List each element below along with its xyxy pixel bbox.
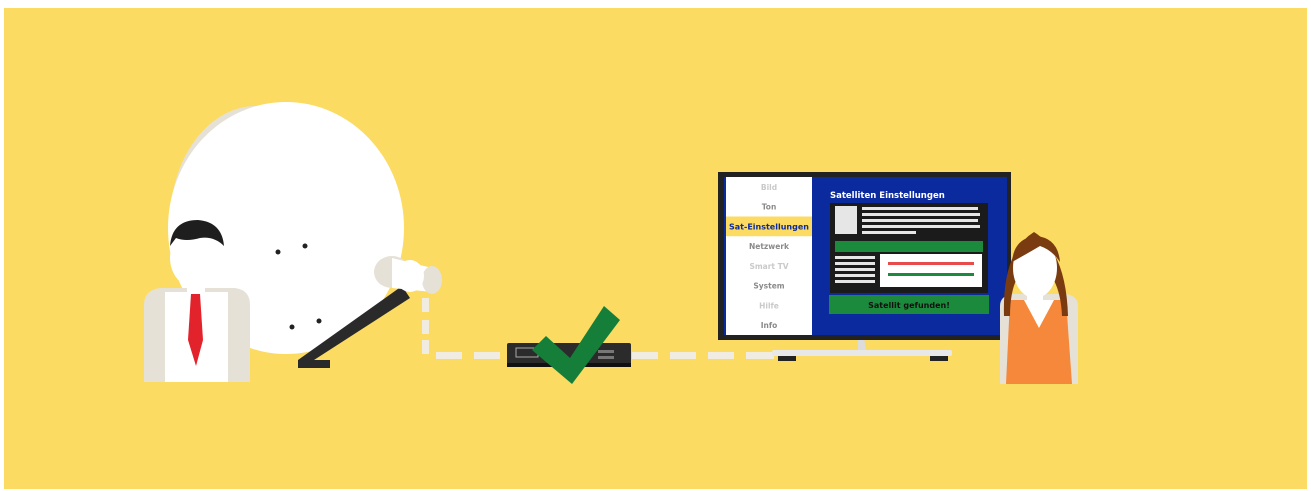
tv-menu-item: Info xyxy=(761,321,778,330)
status-text: Satellit gefunden! xyxy=(868,301,950,310)
tv-menu-item: Smart TV xyxy=(749,262,788,271)
tv: Bild Ton Sat-Einstellungen Netzwerk Smart TV… xyxy=(718,172,1011,361)
illustration: Bild Ton Sat-Einstellungen Netzwerk Smart TV… xyxy=(4,8,1307,489)
tv-menu xyxy=(726,177,812,335)
tv-menu-item: Hilfe xyxy=(759,301,779,310)
tv-menu-item: Netzwerk xyxy=(749,242,790,251)
panel-title: Satelliten Einstellungen xyxy=(830,191,945,201)
tv-menu-item: Bild xyxy=(761,183,777,192)
tv-menu-item: Ton xyxy=(762,203,777,212)
tv-menu-item: Sat-Einstellungen xyxy=(729,222,809,231)
tv-menu-item: System xyxy=(753,282,784,291)
